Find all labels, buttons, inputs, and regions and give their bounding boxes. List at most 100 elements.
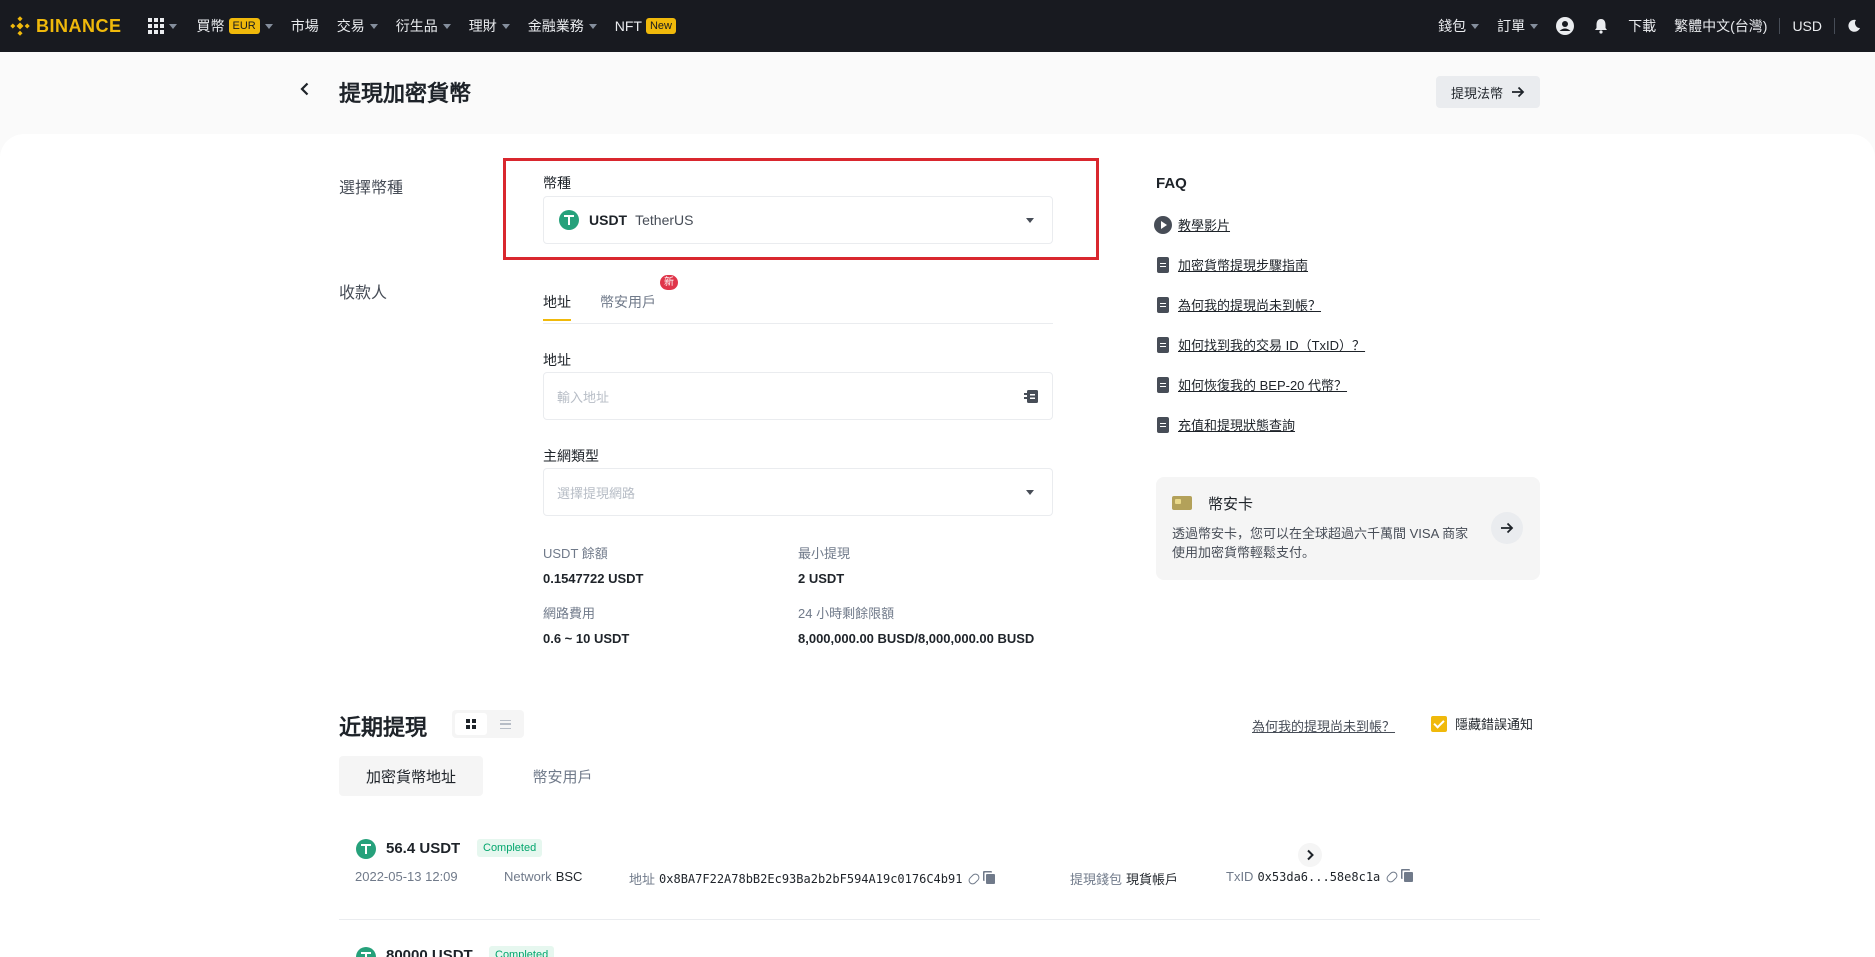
link-icon[interactable] [967, 871, 982, 886]
back-arrow-icon[interactable] [298, 82, 312, 96]
faq-link-text: 為何我的提現尚未到帳？ [1178, 298, 1322, 313]
binance-logo[interactable]: BINANCE [10, 16, 122, 37]
moon-icon [1848, 19, 1860, 32]
network-field-label: 主網類型 [543, 448, 599, 464]
withdrawal-wallet: 提現錢包 現貨帳戶 [1070, 869, 1178, 888]
nav-item-finance[interactable]: 金融業務 [528, 16, 597, 36]
meta-value: 0x53da6...58e8c1a [1257, 869, 1381, 884]
withdrawal-row[interactable]: 56.4 USDT Completed 2022-05-13 12:09 Net… [339, 820, 1540, 920]
faq-item-tutorial-video[interactable]: 教學影片 [1154, 215, 1231, 234]
user-profile-button[interactable] [1556, 17, 1575, 35]
faq-title: FAQ [1156, 175, 1187, 192]
info-value: 2 USDT [798, 571, 845, 586]
language-selector[interactable]: 繁體中文(台灣) [1674, 16, 1767, 36]
nav-download[interactable]: 下載 [1628, 16, 1656, 36]
meta-value: 現貨帳戶 [1126, 872, 1179, 887]
promo-arrow-button[interactable] [1491, 512, 1523, 544]
logo-text: BINANCE [36, 15, 122, 36]
address-field-label: 地址 [543, 352, 571, 368]
currency-selector[interactable]: USD [1792, 18, 1822, 34]
nav-item-buy-crypto[interactable]: 買幣 EUR [197, 16, 273, 36]
divider [1834, 18, 1835, 34]
nav-item-earn[interactable]: 理財 [469, 16, 510, 36]
list-view-button[interactable] [489, 713, 521, 735]
tether-icon [356, 839, 376, 859]
nav-label: 訂單 [1497, 18, 1526, 34]
chevron-down-icon [1471, 23, 1480, 29]
theme-toggle[interactable] [1847, 19, 1861, 33]
info-label: 最小提現 [798, 546, 851, 561]
info-value: 0.6 ~ 10 USDT [543, 631, 630, 646]
chevron-down-icon [588, 23, 597, 29]
copy-icon[interactable] [986, 873, 996, 884]
chevron-down-icon [1530, 23, 1539, 29]
faq-item-not-arrived[interactable]: 為何我的提現尚未到帳？ [1157, 295, 1321, 314]
withdrawal-amount: 80000 USDT [386, 947, 473, 957]
withdrawal-amount: 56.4 USDT [386, 840, 461, 857]
new-badge: 新 [660, 275, 678, 290]
faq-item-status-query[interactable]: 充值和提現狀態查詢 [1157, 415, 1295, 434]
info-value: 8,000,000.00 BUSD/8,000,000.00 BUSD [798, 631, 1035, 646]
checkbox-checked-icon[interactable] [1431, 715, 1447, 732]
nav-item-nft[interactable]: NFT New [615, 18, 676, 34]
faq-item-withdraw-guide[interactable]: 加密貨幣提現步驟指南 [1157, 255, 1308, 274]
tether-icon [559, 210, 579, 230]
play-icon [1154, 215, 1172, 234]
grid-view-button[interactable] [455, 713, 487, 735]
divider [1779, 18, 1781, 34]
address-input[interactable]: 輸入地址 [543, 372, 1053, 420]
meta-value: BSC [555, 869, 583, 884]
info-label: 網路費用 [543, 606, 596, 621]
dropdown-triangle-icon [1026, 218, 1034, 223]
promo-text: 透過幣安卡，您可以在全球超過六千萬間 VISA 商家使用加密貨幣輕鬆支付。 [1172, 526, 1469, 560]
new-tag: New [645, 18, 676, 34]
recipient-section-label: 收款人 [339, 285, 388, 302]
tether-icon [356, 947, 376, 957]
apps-menu-button[interactable] [147, 18, 177, 34]
nav-label: 交易 [336, 18, 365, 34]
time-text: 2022-05-13 12:09 [355, 869, 458, 884]
copy-icon[interactable] [1404, 871, 1414, 882]
nav-item-trade[interactable]: 交易 [337, 16, 378, 36]
nav-orders[interactable]: 訂單 [1497, 16, 1539, 36]
user-icon [1556, 17, 1575, 35]
info-label: 24 小時剩餘限額 [798, 606, 895, 621]
address-book-icon[interactable] [1023, 389, 1039, 404]
faq-link-text: 如何找到我的交易 ID（TxID）？ [1178, 338, 1366, 353]
apps-grid-icon [147, 18, 164, 34]
withdrawal-row[interactable]: 80000 USDT Completed [339, 938, 1540, 957]
withdraw-fiat-button[interactable]: 提現法幣 [1436, 76, 1540, 108]
page-header [0, 52, 1875, 142]
binance-card-promo[interactable]: 幣安卡 透過幣安卡，您可以在全球超過六千萬間 VISA 商家使用加密貨幣輕鬆支付… [1156, 477, 1540, 580]
why-not-arrived-link[interactable]: 為何我的提現尚未到帳？ [1252, 716, 1395, 735]
hide-error-notices-toggle[interactable]: 隱藏錯誤通知 [1431, 714, 1533, 733]
network-select[interactable]: 選擇提現網路 [543, 468, 1053, 516]
nav-wallet[interactable]: 錢包 [1438, 16, 1480, 36]
nav-item-derivatives[interactable]: 衍生品 [396, 16, 451, 36]
balance-info: USDT 餘額 0.1547722 USDT [543, 543, 643, 586]
tab-binance-user[interactable]: 幣安用戶 [600, 292, 656, 312]
faq-link-text: 教學影片 [1178, 218, 1231, 233]
network-fee-info: 網路費用 0.6 ~ 10 USDT [543, 603, 629, 646]
tab-address[interactable]: 地址 [543, 292, 571, 321]
bell-icon [1595, 19, 1608, 34]
select-coin-section-label: 選擇幣種 [339, 180, 404, 197]
faq-item-find-txid[interactable]: 如何找到我的交易 ID（TxID）？ [1157, 335, 1365, 354]
button-label: 提現法幣 [1450, 85, 1503, 101]
subtab-crypto-address[interactable]: 加密貨幣地址 [339, 756, 483, 796]
currency-tag: EUR [228, 18, 260, 34]
nav-label: 理財 [468, 18, 497, 34]
link-icon[interactable] [1385, 869, 1400, 884]
nav-label: 下載 [1628, 18, 1657, 34]
coin-select[interactable]: USDT TetherUS [543, 196, 1053, 244]
subtab-binance-user[interactable]: 幣安用戶 [505, 756, 620, 796]
nav-item-markets[interactable]: 市場 [291, 16, 319, 36]
notifications-button[interactable] [1592, 17, 1610, 35]
nav-label: NFT [614, 18, 642, 34]
info-label: USDT 餘額 [543, 546, 608, 561]
coin-name: TetherUS [635, 212, 694, 228]
nav-label: 繁體中文(台灣) [1674, 18, 1768, 34]
row-details-button[interactable] [1298, 843, 1322, 867]
meta-label: 地址 [629, 872, 656, 887]
faq-item-recover-bep20[interactable]: 如何恢復我的 BEP-20 代幣？ [1157, 375, 1347, 394]
